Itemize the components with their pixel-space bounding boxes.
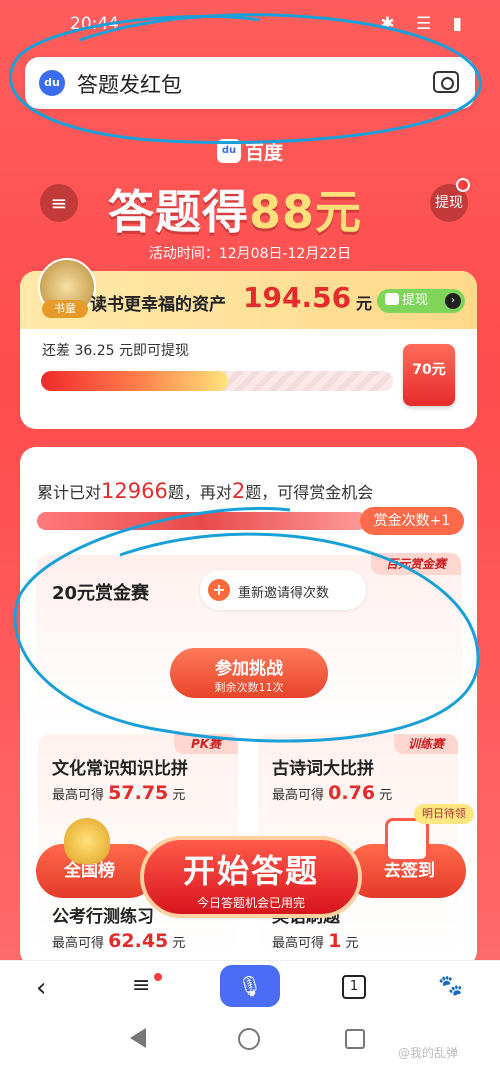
invite-label: 重新邀请得次数 — [238, 586, 330, 601]
exam-max-unit: 元 — [172, 936, 186, 951]
withdraw-progress-fill — [41, 371, 228, 391]
baidu-paw-icon: du — [39, 70, 65, 96]
title-amount: 88元 — [249, 185, 363, 239]
status-time: 20:44 — [70, 14, 119, 34]
pk-max-unit: 元 — [172, 788, 186, 803]
correct-mid: 题，再对 — [167, 483, 232, 502]
browser-navbar: ‹ ≡ 🎙 1 🐾 — [0, 960, 500, 1012]
join-label: 参加挑战 — [215, 659, 283, 679]
quiz-progress — [37, 512, 367, 530]
plus-icon: + — [208, 579, 230, 601]
menu-icon[interactable]: ≡ — [132, 973, 162, 998]
red-packet[interactable]: 70元 — [403, 344, 455, 406]
notification-dot — [456, 178, 470, 192]
withdraw-button-label: 提现 — [402, 293, 429, 308]
training-tag: 训练赛 — [394, 734, 458, 754]
search-query[interactable]: 答题发红包 — [77, 69, 182, 99]
join-challenge-button[interactable]: 参加挑战 剩余次数11次 — [170, 648, 328, 698]
baidu-logo: du 百度 — [217, 138, 283, 164]
training-max-unit: 元 — [379, 788, 393, 803]
assets-label: 读书更幸福的资产 — [90, 295, 226, 315]
baidu-logo-text: 百度 — [245, 141, 284, 164]
withdraw-button[interactable]: 提现 › — [377, 289, 465, 313]
mic-icon[interactable]: 🎙 — [220, 965, 280, 1007]
training-title: 古诗词大比拼 — [272, 759, 374, 779]
withdraw-header-button[interactable]: 提现 — [430, 178, 470, 222]
english-max-unit: 元 — [345, 936, 359, 951]
daily-tag: 明日待领 — [414, 804, 474, 824]
correct-count: 12966 — [101, 479, 168, 503]
pk-max: 最高可得 57.75 元 — [52, 782, 185, 804]
join-remaining: 剩余次数11次 — [214, 681, 284, 694]
start-sub: 今日答题机会已用完 — [196, 896, 305, 910]
pk-title: 文化常识知识比拼 — [52, 759, 188, 779]
exam-max: 最高可得 62.45 元 — [52, 930, 185, 952]
exam-max-prefix: 最高可得 — [52, 936, 105, 951]
system-recents-icon[interactable] — [345, 1029, 365, 1049]
training-max: 最高可得 0.76 元 — [272, 782, 392, 804]
remaining-text: 还差 36.25 元即可提现 — [42, 343, 189, 359]
camera-icon[interactable] — [433, 71, 459, 93]
exam-title: 公考行测练习 — [52, 907, 154, 927]
contest-title: 20元赏金赛 — [52, 583, 150, 604]
tabs-button[interactable]: 1 — [342, 975, 366, 999]
avatar-tag: 书童 — [42, 300, 88, 318]
correct-summary: 累计已对12966题，再对2题，可得赏金机会 — [37, 479, 373, 503]
arrow-right-icon: › — [445, 293, 461, 309]
english-max-value: 1 — [328, 930, 342, 952]
title-prefix: 答题得 — [108, 185, 249, 239]
wallet-icon — [385, 293, 399, 305]
search-bar[interactable]: du 答题发红包 — [25, 57, 475, 109]
training-max-value: 0.76 — [328, 782, 376, 804]
invite-button[interactable]: + 重新邀请得次数 — [200, 570, 366, 610]
pk-max-value: 57.75 — [108, 782, 169, 804]
hamburger-icon: ≡ — [50, 191, 68, 215]
system-home-icon[interactable] — [238, 1028, 260, 1050]
correct-suffix: 题，可得赏金机会 — [245, 483, 374, 502]
pk-tag: PK赛 — [174, 734, 238, 754]
pk-max-prefix: 最高可得 — [52, 788, 105, 803]
system-back-icon[interactable] — [130, 1028, 146, 1048]
contest-tag[interactable]: 百元赏金赛 — [371, 553, 461, 575]
menu-button[interactable]: ≡ — [40, 184, 78, 222]
training-max-prefix: 最高可得 — [272, 788, 325, 803]
baidu-home-icon[interactable]: 🐾 — [438, 973, 463, 997]
english-max: 最高可得 1 元 — [272, 930, 359, 952]
status-icons: ✱ ☰ ▮ — [380, 14, 470, 34]
page-title: 答题得88元 — [108, 176, 362, 242]
status-bar: 20:44 ✱ ☰ ▮ — [0, 0, 500, 50]
correct-prefix: 累计已对 — [37, 483, 102, 502]
english-max-prefix: 最高可得 — [272, 936, 325, 951]
assets-value: 194.56 — [243, 281, 352, 314]
assets-unit: 元 — [356, 294, 373, 313]
watermark: @我的乱弹 — [398, 1046, 459, 1060]
menu-badge — [154, 973, 162, 981]
trophy-icon — [64, 818, 110, 864]
need-count: 2 — [231, 479, 246, 503]
withdraw-progress — [41, 371, 393, 391]
baidu-logo-mark: du — [217, 139, 241, 163]
withdraw-label: 提现 — [435, 195, 463, 211]
bonus-count-pill: 赏金次数+1 — [360, 507, 464, 535]
exam-max-value: 62.45 — [108, 930, 169, 952]
back-icon[interactable]: ‹ — [36, 973, 46, 1003]
start-label: 开始答题 — [182, 852, 319, 890]
start-quiz-button[interactable]: 开始答题 今日答题机会已用完 — [140, 836, 362, 918]
calendar-icon — [385, 818, 429, 862]
